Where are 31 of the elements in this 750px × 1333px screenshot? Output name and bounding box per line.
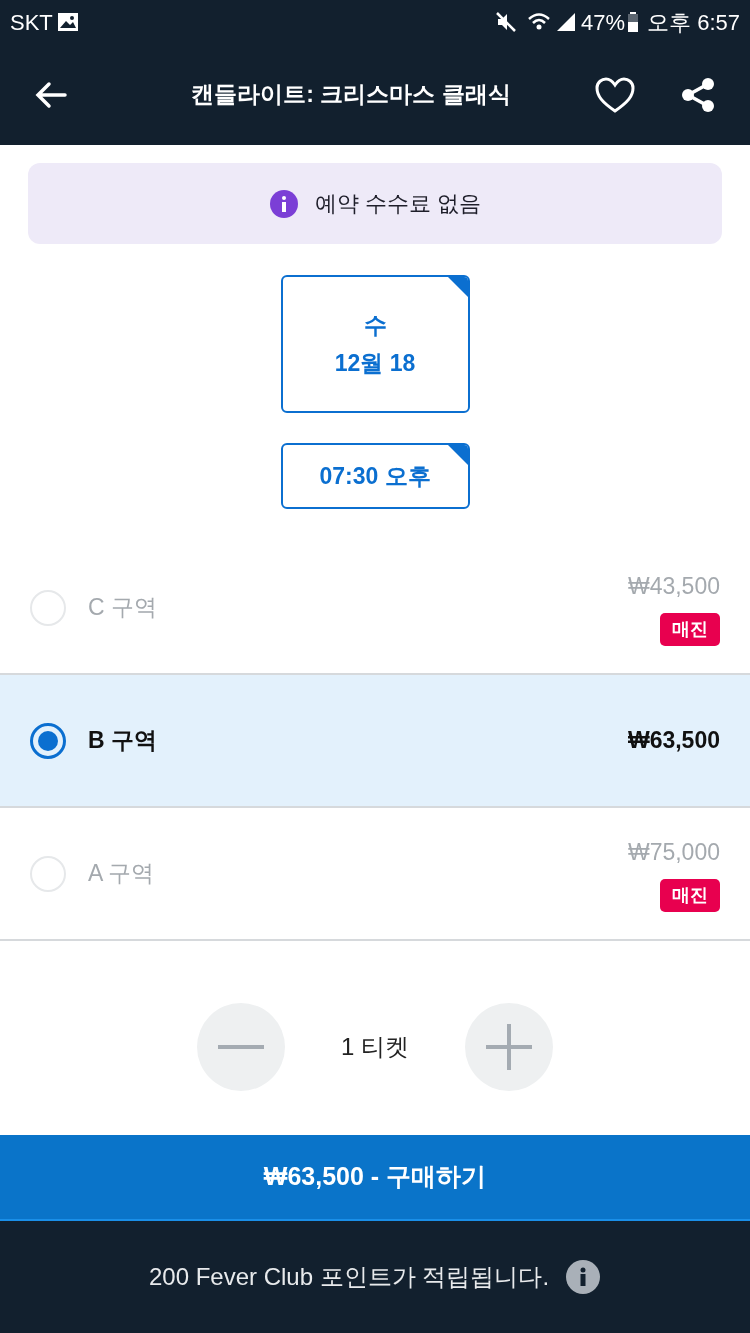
clock-time: 오후 6:57	[647, 8, 740, 37]
zone-name: B 구역	[88, 726, 158, 756]
notice-text: 예약 수수료 없음	[314, 190, 482, 218]
mute-icon	[495, 11, 517, 33]
zone-option[interactable]: B 구역 ₩63,500	[0, 675, 750, 808]
minus-icon	[218, 1045, 264, 1049]
page-title: 캔들라이트: 크리스마스 클래식	[190, 80, 512, 110]
points-text: 200 Fever Club 포인트가 적립됩니다.	[148, 1262, 550, 1292]
info-icon	[268, 188, 299, 219]
date-option[interactable]: 수 12월 18	[280, 275, 470, 413]
plus-icon	[486, 1024, 532, 1070]
back-arrow-icon	[35, 80, 67, 109]
zone-price: ₩43,500	[627, 571, 720, 601]
zone-name: C 구역	[88, 593, 158, 623]
battery-icon	[627, 11, 640, 33]
info-icon[interactable]	[565, 1259, 602, 1295]
sold-out-badge: 매진	[660, 613, 720, 647]
signal-icon	[555, 11, 577, 33]
radio-button[interactable]	[30, 722, 66, 759]
zone-name: A 구역	[88, 859, 156, 889]
sold-out-badge: 매진	[660, 879, 720, 913]
buy-button[interactable]: ₩63,500 - 구매하기	[0, 1135, 750, 1221]
heart-icon[interactable]	[594, 75, 636, 114]
battery-percent: 47%	[581, 8, 626, 37]
carrier-name: SKT	[10, 8, 53, 37]
zone-price: ₩63,500	[627, 726, 720, 756]
share-icon[interactable]	[680, 76, 716, 113]
image-icon	[56, 12, 79, 32]
time-option[interactable]: 07:30 오후	[280, 443, 470, 509]
zone-price: ₩75,000	[627, 837, 720, 867]
quantity-label: 1 티켓	[341, 1032, 409, 1062]
